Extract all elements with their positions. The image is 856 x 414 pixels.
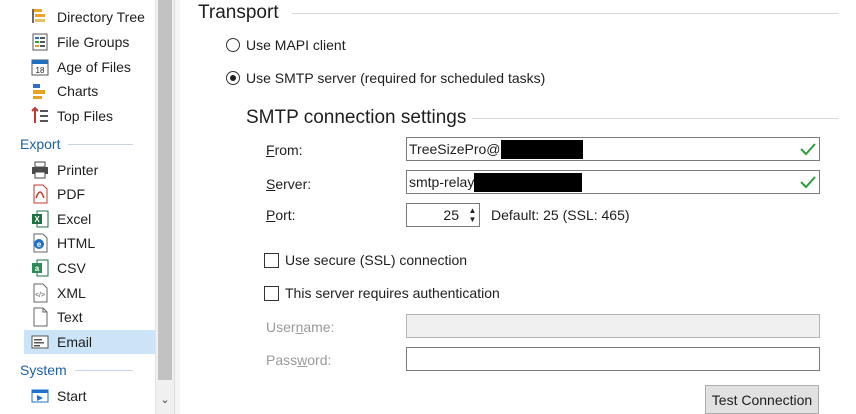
sidebar-item-start[interactable]: Start: [24, 384, 155, 408]
sidebar-item-xml[interactable]: </> XML: [24, 281, 155, 305]
checkbox-label: This server requires authentication: [285, 285, 500, 301]
scroll-down-icon[interactable]: ⌄: [156, 390, 174, 408]
test-connection-button[interactable]: Test Connection: [705, 385, 819, 414]
sidebar-item-label: File Groups: [57, 34, 130, 50]
divider: [68, 143, 133, 145]
sidebar-item-label: Top Files: [57, 108, 114, 124]
sidebar-item-csv[interactable]: a CSV: [24, 256, 155, 280]
sidebar-group-system: System: [0, 359, 155, 381]
sidebar-item-email[interactable]: Email: [24, 330, 155, 354]
auth-checkbox-row[interactable]: This server requires authentication: [264, 285, 500, 301]
sidebar-item-printer[interactable]: Printer: [24, 158, 155, 182]
sidebar-item-html[interactable]: e HTML: [24, 231, 155, 255]
sidebar-item-top-files[interactable]: Top Files: [24, 104, 155, 128]
divider: [472, 118, 838, 119]
ssl-checkbox[interactable]: [264, 252, 279, 268]
radio-label: Use SMTP server (required for scheduled …: [246, 70, 546, 86]
port-stepper[interactable]: 25 ▲ ▼: [406, 203, 480, 227]
transport-heading: Transport: [198, 2, 279, 23]
password-field[interactable]: [406, 347, 820, 371]
sidebar-item-label: CSV: [57, 260, 86, 276]
sidebar-item-pdf[interactable]: PDF: [24, 182, 155, 206]
smtp-settings-heading: SMTP connection settings: [246, 107, 467, 128]
xml-icon: </>: [33, 283, 48, 303]
scrollbar-thumb[interactable]: [158, 0, 172, 380]
email-icon: [31, 335, 49, 349]
sidebar-item-label: XML: [57, 285, 86, 301]
checkbox-label: Use secure (SSL) connection: [285, 252, 468, 268]
sidebar-group-label: Export: [20, 136, 61, 152]
sidebar-item-label: PDF: [57, 186, 85, 202]
from-field[interactable]: TreeSizePro@: [406, 137, 820, 161]
stepper-up-icon[interactable]: ▲: [469, 206, 477, 215]
port-default-hint: Default: 25 (SSL: 465): [491, 207, 630, 223]
use-mapi-radio[interactable]: Use MAPI client: [226, 37, 346, 53]
port-label: Port:: [266, 207, 296, 223]
valid-check-icon: [800, 143, 816, 156]
radio-button[interactable]: [226, 71, 240, 85]
printer-icon: [32, 161, 48, 179]
sidebar-item-charts[interactable]: Charts: [24, 79, 155, 103]
file-groups-icon: [32, 33, 48, 51]
ssl-checkbox-row[interactable]: Use secure (SSL) connection: [264, 252, 467, 268]
server-field[interactable]: smtp-relay: [406, 170, 820, 194]
top-files-icon: [31, 106, 48, 123]
svg-text:18: 18: [36, 66, 45, 75]
server-label: Server:: [266, 176, 312, 192]
divider: [292, 13, 838, 14]
sidebar-item-file-groups[interactable]: File Groups: [24, 30, 155, 54]
valid-check-icon: [800, 176, 816, 189]
redaction-bar: [474, 172, 583, 192]
sidebar-item-label: Charts: [57, 83, 99, 99]
sidebar-item-label: Start: [57, 388, 87, 404]
from-value: TreeSizePro@: [409, 141, 501, 157]
sidebar-item-excel[interactable]: X Excel: [24, 207, 155, 231]
sidebar-item-label: Age of Files: [57, 59, 131, 75]
svg-text:a: a: [35, 264, 40, 273]
username-field[interactable]: [406, 314, 820, 338]
stepper-arrows[interactable]: ▲ ▼: [465, 204, 479, 226]
pdf-icon: [33, 184, 48, 204]
sidebar-item-label: Email: [57, 334, 93, 350]
email-settings-panel: Transport Use MAPI client Use SMTP serve…: [180, 0, 856, 414]
bar-chart-icon: [33, 84, 45, 99]
port-value: 25: [443, 207, 459, 223]
sidebar-item-label: Excel: [57, 211, 92, 227]
sidebar-item-label: Directory Tree: [57, 9, 145, 25]
excel-icon: X: [32, 210, 49, 228]
svg-text:e: e: [37, 240, 42, 249]
sidebar-item-age-of-files[interactable]: 18 Age of Files: [24, 55, 155, 79]
stepper-down-icon[interactable]: ▼: [469, 215, 477, 224]
sidebar-group-label: System: [20, 362, 67, 378]
sidebar-list: Directory Tree File Groups 18 Age of Fil…: [0, 0, 155, 414]
sidebar-item-label: HTML: [57, 235, 96, 251]
password-label: Password:: [266, 352, 332, 368]
redaction-bar: [500, 139, 583, 159]
auth-checkbox[interactable]: [264, 285, 279, 301]
username-label: Username:: [266, 319, 335, 335]
sidebar-group-export: Export: [0, 133, 155, 155]
server-value: smtp-relay: [409, 174, 475, 190]
from-label: From:: [266, 142, 303, 158]
text-file-icon: [33, 307, 48, 327]
divider: [74, 369, 133, 371]
sidebar-scrollbar[interactable]: ⌄: [155, 0, 174, 414]
sidebar-item-directory-tree[interactable]: Directory Tree: [24, 5, 155, 29]
csv-icon: a: [32, 259, 49, 277]
radio-label: Use MAPI client: [246, 37, 346, 53]
radio-button[interactable]: [226, 38, 240, 52]
calendar-icon: 18: [31, 59, 49, 76]
sidebar-item-label: Text: [57, 309, 83, 325]
sidebar-item-label: Printer: [57, 162, 99, 178]
use-smtp-radio[interactable]: Use SMTP server (required for scheduled …: [226, 70, 545, 86]
start-icon: [31, 389, 49, 403]
sidebar: Directory Tree File Groups 18 Age of Fil…: [0, 0, 174, 414]
sidebar-item-text[interactable]: Text: [24, 305, 155, 329]
html-icon: e: [33, 233, 48, 253]
svg-text:X: X: [34, 215, 40, 224]
directory-tree-icon: [32, 9, 45, 23]
svg-text:</>: </>: [35, 292, 45, 299]
